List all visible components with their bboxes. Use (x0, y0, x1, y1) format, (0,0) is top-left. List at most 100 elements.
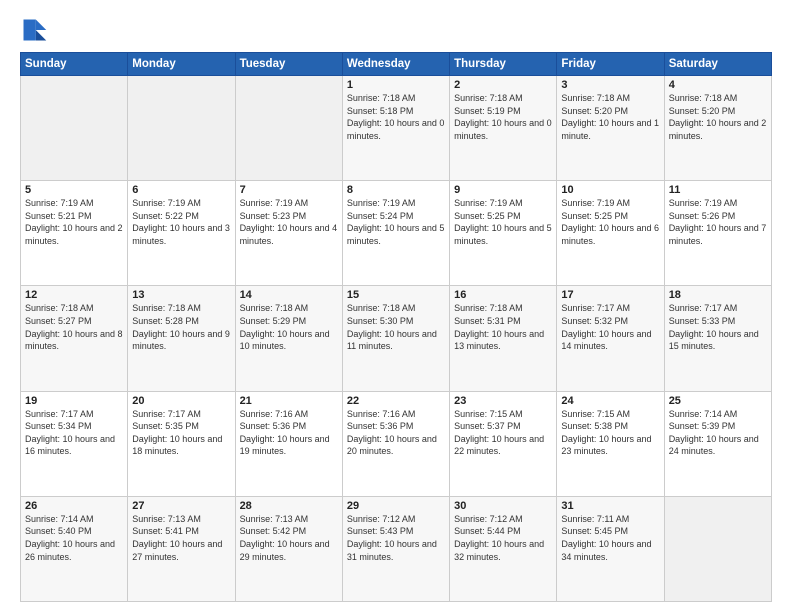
calendar-week-row: 26Sunrise: 7:14 AMSunset: 5:40 PMDayligh… (21, 496, 772, 601)
weekday-header: Friday (557, 53, 664, 76)
day-info: Sunrise: 7:13 AMSunset: 5:41 PMDaylight:… (132, 513, 230, 563)
calendar-cell (235, 76, 342, 181)
day-info: Sunrise: 7:19 AMSunset: 5:25 PMDaylight:… (561, 197, 659, 247)
logo (20, 16, 52, 44)
calendar-cell: 27Sunrise: 7:13 AMSunset: 5:41 PMDayligh… (128, 496, 235, 601)
calendar-cell: 25Sunrise: 7:14 AMSunset: 5:39 PMDayligh… (664, 391, 771, 496)
calendar-cell (664, 496, 771, 601)
day-number: 27 (132, 500, 230, 512)
day-number: 19 (25, 395, 123, 407)
calendar-cell: 8Sunrise: 7:19 AMSunset: 5:24 PMDaylight… (342, 181, 449, 286)
day-number: 21 (240, 395, 338, 407)
day-info: Sunrise: 7:18 AMSunset: 5:30 PMDaylight:… (347, 302, 445, 352)
weekday-header-row: SundayMondayTuesdayWednesdayThursdayFrid… (21, 53, 772, 76)
calendar-cell: 12Sunrise: 7:18 AMSunset: 5:27 PMDayligh… (21, 286, 128, 391)
day-info: Sunrise: 7:17 AMSunset: 5:32 PMDaylight:… (561, 302, 659, 352)
day-number: 30 (454, 500, 552, 512)
calendar-cell: 14Sunrise: 7:18 AMSunset: 5:29 PMDayligh… (235, 286, 342, 391)
weekday-header: Wednesday (342, 53, 449, 76)
calendar-cell: 20Sunrise: 7:17 AMSunset: 5:35 PMDayligh… (128, 391, 235, 496)
day-info: Sunrise: 7:15 AMSunset: 5:37 PMDaylight:… (454, 408, 552, 458)
day-number: 9 (454, 184, 552, 196)
day-number: 17 (561, 289, 659, 301)
day-info: Sunrise: 7:18 AMSunset: 5:27 PMDaylight:… (25, 302, 123, 352)
calendar-cell: 19Sunrise: 7:17 AMSunset: 5:34 PMDayligh… (21, 391, 128, 496)
calendar-cell (21, 76, 128, 181)
day-info: Sunrise: 7:16 AMSunset: 5:36 PMDaylight:… (240, 408, 338, 458)
calendar-cell: 15Sunrise: 7:18 AMSunset: 5:30 PMDayligh… (342, 286, 449, 391)
day-number: 11 (669, 184, 767, 196)
day-number: 25 (669, 395, 767, 407)
day-number: 7 (240, 184, 338, 196)
calendar-cell: 3Sunrise: 7:18 AMSunset: 5:20 PMDaylight… (557, 76, 664, 181)
day-number: 2 (454, 79, 552, 91)
day-number: 12 (25, 289, 123, 301)
calendar-cell: 10Sunrise: 7:19 AMSunset: 5:25 PMDayligh… (557, 181, 664, 286)
calendar-cell: 9Sunrise: 7:19 AMSunset: 5:25 PMDaylight… (450, 181, 557, 286)
day-info: Sunrise: 7:13 AMSunset: 5:42 PMDaylight:… (240, 513, 338, 563)
calendar-cell: 6Sunrise: 7:19 AMSunset: 5:22 PMDaylight… (128, 181, 235, 286)
calendar-cell: 28Sunrise: 7:13 AMSunset: 5:42 PMDayligh… (235, 496, 342, 601)
header (20, 16, 772, 44)
calendar-cell: 21Sunrise: 7:16 AMSunset: 5:36 PMDayligh… (235, 391, 342, 496)
weekday-header: Tuesday (235, 53, 342, 76)
day-info: Sunrise: 7:18 AMSunset: 5:20 PMDaylight:… (561, 92, 659, 142)
day-info: Sunrise: 7:18 AMSunset: 5:31 PMDaylight:… (454, 302, 552, 352)
day-info: Sunrise: 7:12 AMSunset: 5:44 PMDaylight:… (454, 513, 552, 563)
day-number: 20 (132, 395, 230, 407)
day-info: Sunrise: 7:11 AMSunset: 5:45 PMDaylight:… (561, 513, 659, 563)
calendar-cell: 29Sunrise: 7:12 AMSunset: 5:43 PMDayligh… (342, 496, 449, 601)
day-number: 15 (347, 289, 445, 301)
calendar-cell: 18Sunrise: 7:17 AMSunset: 5:33 PMDayligh… (664, 286, 771, 391)
page: SundayMondayTuesdayWednesdayThursdayFrid… (0, 0, 792, 612)
day-number: 5 (25, 184, 123, 196)
day-info: Sunrise: 7:17 AMSunset: 5:34 PMDaylight:… (25, 408, 123, 458)
day-info: Sunrise: 7:17 AMSunset: 5:33 PMDaylight:… (669, 302, 767, 352)
day-info: Sunrise: 7:18 AMSunset: 5:28 PMDaylight:… (132, 302, 230, 352)
day-info: Sunrise: 7:12 AMSunset: 5:43 PMDaylight:… (347, 513, 445, 563)
weekday-header: Saturday (664, 53, 771, 76)
day-number: 10 (561, 184, 659, 196)
day-info: Sunrise: 7:19 AMSunset: 5:24 PMDaylight:… (347, 197, 445, 247)
day-number: 14 (240, 289, 338, 301)
day-number: 18 (669, 289, 767, 301)
day-info: Sunrise: 7:15 AMSunset: 5:38 PMDaylight:… (561, 408, 659, 458)
day-number: 23 (454, 395, 552, 407)
calendar-week-row: 12Sunrise: 7:18 AMSunset: 5:27 PMDayligh… (21, 286, 772, 391)
day-number: 29 (347, 500, 445, 512)
weekday-header: Sunday (21, 53, 128, 76)
calendar-cell: 5Sunrise: 7:19 AMSunset: 5:21 PMDaylight… (21, 181, 128, 286)
calendar-week-row: 1Sunrise: 7:18 AMSunset: 5:18 PMDaylight… (21, 76, 772, 181)
calendar-cell: 1Sunrise: 7:18 AMSunset: 5:18 PMDaylight… (342, 76, 449, 181)
day-info: Sunrise: 7:16 AMSunset: 5:36 PMDaylight:… (347, 408, 445, 458)
day-info: Sunrise: 7:18 AMSunset: 5:20 PMDaylight:… (669, 92, 767, 142)
day-info: Sunrise: 7:18 AMSunset: 5:29 PMDaylight:… (240, 302, 338, 352)
logo-icon (20, 16, 48, 44)
weekday-header: Thursday (450, 53, 557, 76)
calendar-cell: 11Sunrise: 7:19 AMSunset: 5:26 PMDayligh… (664, 181, 771, 286)
day-number: 26 (25, 500, 123, 512)
day-number: 1 (347, 79, 445, 91)
day-info: Sunrise: 7:18 AMSunset: 5:18 PMDaylight:… (347, 92, 445, 142)
calendar-cell: 26Sunrise: 7:14 AMSunset: 5:40 PMDayligh… (21, 496, 128, 601)
day-number: 28 (240, 500, 338, 512)
day-number: 4 (669, 79, 767, 91)
calendar-cell: 13Sunrise: 7:18 AMSunset: 5:28 PMDayligh… (128, 286, 235, 391)
day-info: Sunrise: 7:19 AMSunset: 5:23 PMDaylight:… (240, 197, 338, 247)
day-number: 24 (561, 395, 659, 407)
day-number: 22 (347, 395, 445, 407)
calendar-cell: 7Sunrise: 7:19 AMSunset: 5:23 PMDaylight… (235, 181, 342, 286)
day-info: Sunrise: 7:17 AMSunset: 5:35 PMDaylight:… (132, 408, 230, 458)
calendar-cell: 30Sunrise: 7:12 AMSunset: 5:44 PMDayligh… (450, 496, 557, 601)
calendar-cell (128, 76, 235, 181)
day-info: Sunrise: 7:19 AMSunset: 5:25 PMDaylight:… (454, 197, 552, 247)
calendar-week-row: 19Sunrise: 7:17 AMSunset: 5:34 PMDayligh… (21, 391, 772, 496)
day-info: Sunrise: 7:14 AMSunset: 5:40 PMDaylight:… (25, 513, 123, 563)
day-number: 3 (561, 79, 659, 91)
day-number: 8 (347, 184, 445, 196)
day-info: Sunrise: 7:19 AMSunset: 5:21 PMDaylight:… (25, 197, 123, 247)
calendar-cell: 24Sunrise: 7:15 AMSunset: 5:38 PMDayligh… (557, 391, 664, 496)
calendar-cell: 16Sunrise: 7:18 AMSunset: 5:31 PMDayligh… (450, 286, 557, 391)
day-number: 6 (132, 184, 230, 196)
calendar-cell: 22Sunrise: 7:16 AMSunset: 5:36 PMDayligh… (342, 391, 449, 496)
